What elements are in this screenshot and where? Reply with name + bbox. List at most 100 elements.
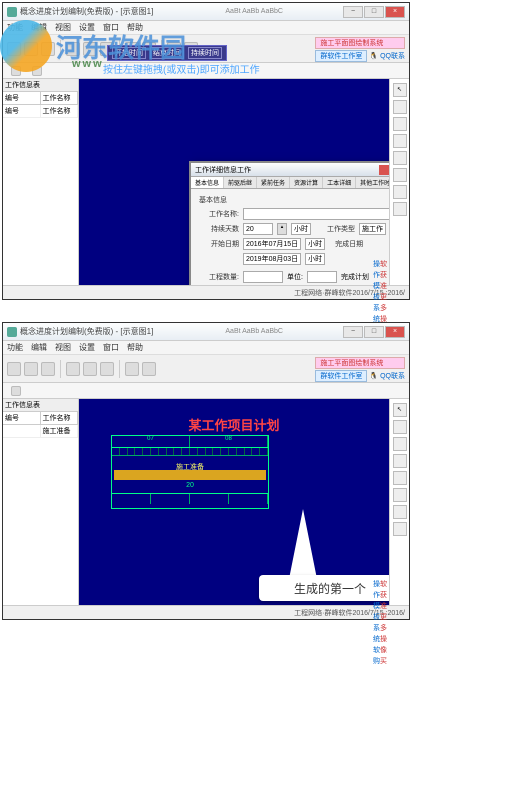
menu-item[interactable]: 设置 xyxy=(79,342,95,353)
dialog-tab[interactable]: 基本信息 xyxy=(191,177,224,188)
dialog-tab[interactable]: 资源计算 xyxy=(290,177,323,188)
menu-item[interactable]: 功能 xyxy=(7,22,23,33)
tb2-icon[interactable] xyxy=(32,66,42,76)
toolbar-badge-1[interactable]: 施工平面图绘制系统 xyxy=(315,357,405,369)
close-button[interactable]: × xyxy=(385,6,405,18)
dialog-tab[interactable]: 前驱后继 xyxy=(224,177,257,188)
tool-icon[interactable] xyxy=(393,454,407,468)
start-date-picker[interactable]: 2016年07月15日 xyxy=(243,238,301,250)
tool-paste-icon[interactable] xyxy=(100,362,114,376)
col-header: 工作名称 xyxy=(41,92,79,104)
dialog-close-button[interactable]: × xyxy=(379,165,389,175)
qq-icon: 🐧 xyxy=(369,52,378,60)
close-button[interactable]: × xyxy=(385,326,405,338)
tool-save-icon[interactable] xyxy=(41,362,55,376)
tool-new-icon[interactable] xyxy=(7,362,21,376)
maximize-button[interactable]: □ xyxy=(364,326,384,338)
tool-icon[interactable] xyxy=(393,437,407,451)
tool-open-icon[interactable] xyxy=(24,362,38,376)
menu-item[interactable]: 编辑 xyxy=(31,22,47,33)
chart-title: 某工作项目计划 xyxy=(188,415,279,434)
app-icon xyxy=(7,327,17,337)
canvas[interactable]: 工作详细信息工作 × 基本信息 前驱后继 紧前任务 资源计算 工本详细 其他工作… xyxy=(79,79,389,285)
work-name-input[interactable] xyxy=(243,208,389,220)
minimize-button[interactable]: − xyxy=(343,326,363,338)
field-label: 完成日期 xyxy=(329,239,363,249)
tool-save-icon[interactable] xyxy=(41,42,55,56)
separator xyxy=(119,360,120,378)
menu-item[interactable]: 帮助 xyxy=(127,342,143,353)
gantt-chart: 07 08 施工准备 20 xyxy=(111,435,269,509)
toolbar-badge-1[interactable]: 施工平面图绘制系统 xyxy=(315,37,405,49)
dialog-tab[interactable]: 紧前任务 xyxy=(257,177,290,188)
duration-input[interactable] xyxy=(243,223,273,235)
qq-contact[interactable]: 🐧QQ联系 xyxy=(369,370,405,382)
tool-icon[interactable] xyxy=(393,151,407,165)
menu-item[interactable]: 窗口 xyxy=(103,342,119,353)
tool-icon[interactable] xyxy=(393,185,407,199)
tool-icon[interactable] xyxy=(393,202,407,216)
tool-icon[interactable] xyxy=(393,134,407,148)
left-panel: 工作信息表 编号 工作名称 编号 工作名称 xyxy=(3,79,79,285)
dialog-tab[interactable]: 工本详细 xyxy=(323,177,356,188)
separator xyxy=(60,360,61,378)
pointer-tool-icon[interactable]: ↖ xyxy=(393,83,407,97)
spinner-up-icon[interactable]: ▴ xyxy=(277,223,287,235)
end-date-picker[interactable]: 2019年08月03日 xyxy=(243,253,301,265)
tool-icon[interactable] xyxy=(393,505,407,519)
tool-cut-icon[interactable] xyxy=(66,362,80,376)
menubar: 功能 编辑 视图 设置 窗口 帮助 xyxy=(3,21,409,35)
gantt-month: 08 xyxy=(190,436,268,447)
toolbar-badge-2[interactable]: 群软件工作室 xyxy=(315,50,367,62)
tool-icon[interactable] xyxy=(393,100,407,114)
menu-item[interactable]: 功能 xyxy=(7,342,23,353)
menu-item[interactable]: 视图 xyxy=(55,22,71,33)
tool-icon[interactable] xyxy=(393,488,407,502)
pointer-tool-icon[interactable]: ↖ xyxy=(393,403,407,417)
menubar: 功能 编辑 视图 设置 窗口 帮助 xyxy=(3,341,409,355)
gantt-month: 07 xyxy=(112,436,190,447)
work-type-select[interactable]: 施工作 xyxy=(359,223,386,235)
minimize-button[interactable]: − xyxy=(343,6,363,18)
tool-redo-icon[interactable] xyxy=(142,362,156,376)
toolbar-badge-2[interactable]: 群软件工作室 xyxy=(315,370,367,382)
canvas[interactable]: 某工作项目计划 07 08 施工准备 20 xyxy=(79,399,389,605)
tool-undo-icon[interactable] xyxy=(125,362,139,376)
menu-item[interactable]: 窗口 xyxy=(103,22,119,33)
tool-icon[interactable] xyxy=(393,522,407,536)
tool-copy-icon[interactable] xyxy=(83,42,97,56)
callout-box: 生成的第一个 xyxy=(259,575,389,601)
qq-contact[interactable]: 🐧QQ联系 xyxy=(369,50,405,62)
field-label: 工作名称: xyxy=(199,209,239,219)
right-toolbar: ↖ xyxy=(389,399,409,605)
menu-item[interactable]: 设置 xyxy=(79,22,95,33)
eng-unit-input[interactable] xyxy=(307,271,337,283)
maximize-button[interactable]: □ xyxy=(364,6,384,18)
field-label: 工程数量: xyxy=(199,272,239,282)
table-row[interactable]: 施工准备 xyxy=(3,425,78,438)
tool-icon[interactable] xyxy=(393,117,407,131)
menu-item[interactable]: 编辑 xyxy=(31,342,47,353)
duration-unit-select[interactable]: 小时 xyxy=(291,223,311,235)
tb2-icon[interactable] xyxy=(11,66,21,76)
menu-item[interactable]: 帮助 xyxy=(127,22,143,33)
status-text: 工程网络·群峰软件2016/7/15 :2016/ xyxy=(294,288,405,298)
work-detail-dialog: 工作详细信息工作 × 基本信息 前驱后继 紧前任务 资源计算 工本详细 其他工作… xyxy=(189,161,389,285)
dialog-tab[interactable]: 其他工作时间 xyxy=(356,177,389,188)
tool-open-icon[interactable] xyxy=(24,42,38,56)
tool-icon[interactable] xyxy=(393,471,407,485)
eng-amount-input[interactable] xyxy=(243,271,283,283)
menu-item[interactable]: 视图 xyxy=(55,342,71,353)
tool-cut-icon[interactable] xyxy=(66,42,80,56)
separator xyxy=(60,40,61,58)
tool-new-icon[interactable] xyxy=(7,42,21,56)
start-unit[interactable]: 小时 xyxy=(305,238,325,250)
tool-icon[interactable] xyxy=(393,168,407,182)
tool-copy-icon[interactable] xyxy=(83,362,97,376)
tb2-icon[interactable] xyxy=(11,386,21,396)
tool-icon[interactable] xyxy=(393,420,407,434)
field-label: 工作类型 xyxy=(315,224,355,234)
field-label: 持续天数 xyxy=(199,224,239,234)
end-unit[interactable]: 小时 xyxy=(305,253,325,265)
table-row[interactable]: 编号 工作名称 xyxy=(3,105,78,118)
